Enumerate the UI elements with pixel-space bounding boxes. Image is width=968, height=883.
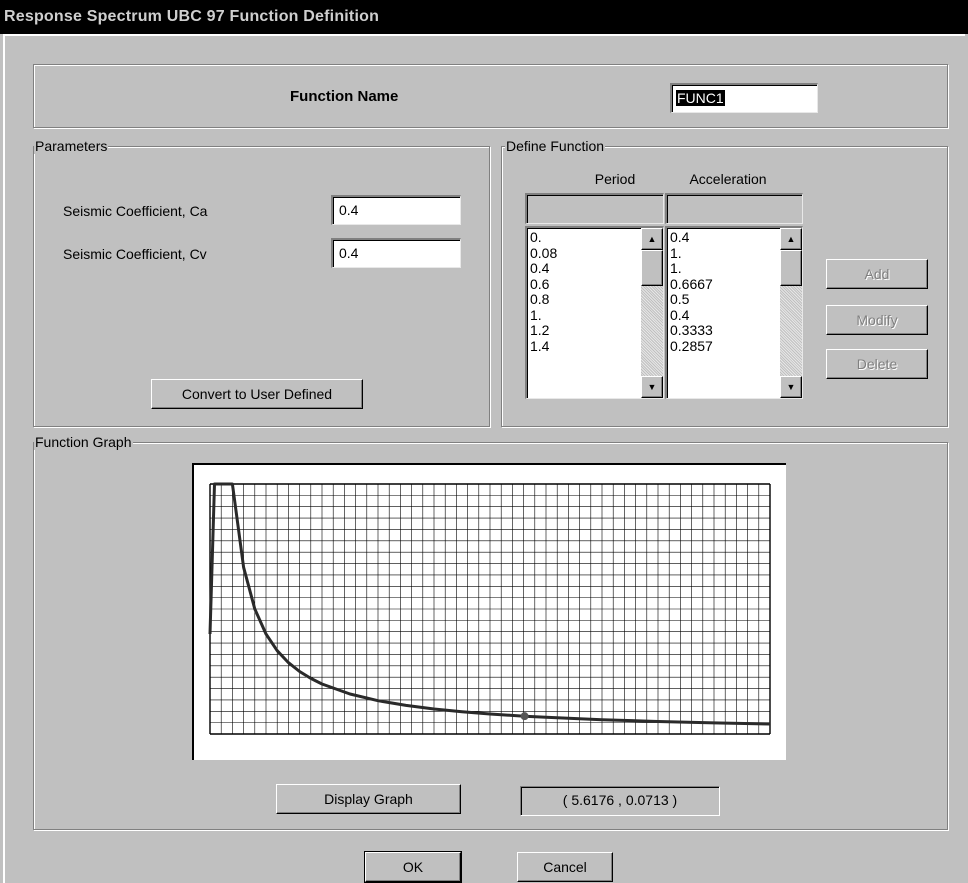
acceleration-scroll-thumb[interactable]	[780, 250, 802, 286]
window-title-bar[interactable]: Response Spectrum UBC 97 Function Defini…	[0, 0, 968, 34]
acceleration-scroll-down-icon[interactable]: ▼	[780, 376, 802, 398]
period-list[interactable]: 0. 0.08 0.4 0.6 0.8 1. 1.2 1.4 ▲ ▼	[525, 226, 664, 399]
acceleration-input[interactable]	[665, 193, 803, 224]
cv-input[interactable]: 0.4	[331, 238, 461, 268]
cancel-button[interactable]: Cancel	[517, 852, 613, 882]
period-scrollbar[interactable]: ▲ ▼	[641, 228, 663, 398]
ok-button[interactable]: OK	[364, 851, 462, 883]
parameters-group-label: Parameters	[34, 138, 109, 154]
acceleration-column-header: Acceleration	[689, 171, 767, 187]
function-name-value: FUNC1	[676, 90, 725, 106]
display-graph-button[interactable]: Display Graph	[276, 784, 461, 814]
delete-button[interactable]: Delete	[826, 349, 928, 379]
function-name-label: Function Name	[290, 88, 399, 105]
define-function-group-label: Define Function	[505, 138, 606, 154]
period-scroll-thumb[interactable]	[641, 250, 663, 286]
acceleration-scrollbar[interactable]: ▲ ▼	[780, 228, 802, 398]
ca-input[interactable]: 0.4	[331, 195, 461, 225]
cv-label: Seismic Coefficient, Cv	[63, 246, 207, 262]
cursor-coordinate-readout: ( 5.6176 , 0.0713 )	[520, 786, 720, 816]
function-graph-group-label: Function Graph	[34, 434, 133, 450]
function-name-input[interactable]: FUNC1	[670, 83, 818, 113]
add-button[interactable]: Add	[826, 259, 928, 289]
response-spectrum-chart[interactable]	[194, 465, 784, 758]
cursor-point	[520, 712, 529, 721]
chart-grid	[209, 483, 771, 735]
window-title: Response Spectrum UBC 97 Function Defini…	[4, 8, 380, 25]
period-scroll-up-icon[interactable]: ▲	[641, 228, 663, 250]
period-scroll-down-icon[interactable]: ▼	[641, 376, 663, 398]
period-input[interactable]	[525, 193, 664, 224]
acceleration-list[interactable]: 0.4 1. 1. 0.6667 0.5 0.4 0.3333 0.2857 ▲ ▼	[665, 226, 803, 399]
graph-canvas[interactable]	[192, 463, 786, 760]
period-column-header: Period	[594, 171, 636, 187]
modify-button[interactable]: Modify	[826, 305, 928, 335]
convert-to-user-defined-button[interactable]: Convert to User Defined	[151, 379, 363, 409]
ca-label: Seismic Coefficient, Ca	[63, 203, 208, 219]
acceleration-scroll-up-icon[interactable]: ▲	[780, 228, 802, 250]
